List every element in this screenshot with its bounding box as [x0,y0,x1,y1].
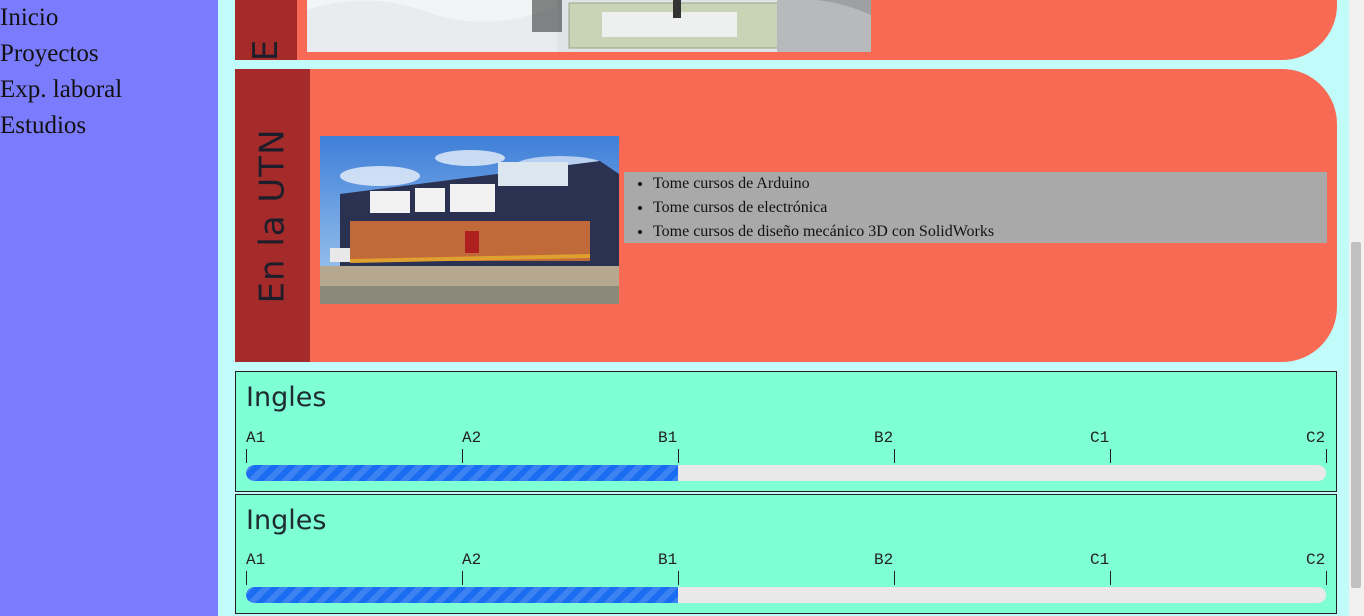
study-card-title: En la UTN [252,127,293,304]
scrollbar-thumb[interactable] [1351,242,1361,588]
level-label: A2 [462,429,482,447]
language-title: Ingles [246,382,327,413]
study-card-label: E [235,0,297,60]
nav-item-estudios[interactable]: Estudios [0,108,218,144]
level-tick [246,449,247,463]
level-label: A1 [246,429,266,447]
language-panel: Ingles A1 A2 B1 B2 C1 C2 [235,494,1337,614]
level-label: B1 [658,551,678,569]
list-item: Tome cursos de diseño mecánico 3D con So… [653,220,1327,244]
level-label: C2 [1306,429,1326,447]
nav-item-exp-laboral[interactable]: Exp. laboral [0,72,218,108]
level-tick [1110,449,1111,463]
sidebar-nav: Inicio Proyectos Exp. laboral Estudios [0,0,218,616]
level-tick [246,571,247,585]
study-card-utn: En la UTN Tome cursos de Arduino Tome cu… [235,69,1337,362]
nav-list: Inicio Proyectos Exp. laboral Estudios [0,0,218,144]
utn-courses-list: Tome cursos de Arduino Tome cursos de el… [624,172,1327,243]
nav-item-inicio[interactable]: Inicio [0,0,218,36]
level-label: A2 [462,551,482,569]
list-item: Tome cursos de electrónica [653,196,1327,220]
progress-fill [246,465,678,481]
level-tick [462,449,463,463]
page-scrollbar[interactable] [1349,0,1364,616]
level-tick [894,571,895,585]
level-label: C1 [1090,429,1110,447]
level-label: A1 [246,551,266,569]
level-tick [678,449,679,463]
level-tick [678,571,679,585]
language-title: Ingles [246,505,327,536]
study-card-previous: E [235,0,1337,60]
list-item: Tome cursos de Arduino [653,172,1327,196]
level-scale: A1 A2 B1 B2 C1 C2 [246,551,1327,587]
level-tick [462,571,463,585]
study-card-title: E [245,38,286,60]
level-label: C1 [1090,551,1110,569]
level-label: B2 [874,551,894,569]
level-tick [1110,571,1111,585]
level-tick [1326,449,1327,463]
utn-building-photo [320,136,619,304]
level-label: B2 [874,429,894,447]
snow-photo [307,0,871,52]
level-scale: A1 A2 B1 B2 C1 C2 [246,429,1327,465]
progress-fill [246,587,678,603]
study-card-label: En la UTN [235,69,310,362]
level-label: B1 [658,429,678,447]
progress-bar [246,465,1326,481]
level-tick [894,449,895,463]
nav-item-proyectos[interactable]: Proyectos [0,36,218,72]
language-panel: Ingles A1 A2 B1 B2 C1 C2 [235,371,1337,492]
level-tick [1326,571,1327,585]
level-label: C2 [1306,551,1326,569]
progress-bar [246,587,1326,603]
